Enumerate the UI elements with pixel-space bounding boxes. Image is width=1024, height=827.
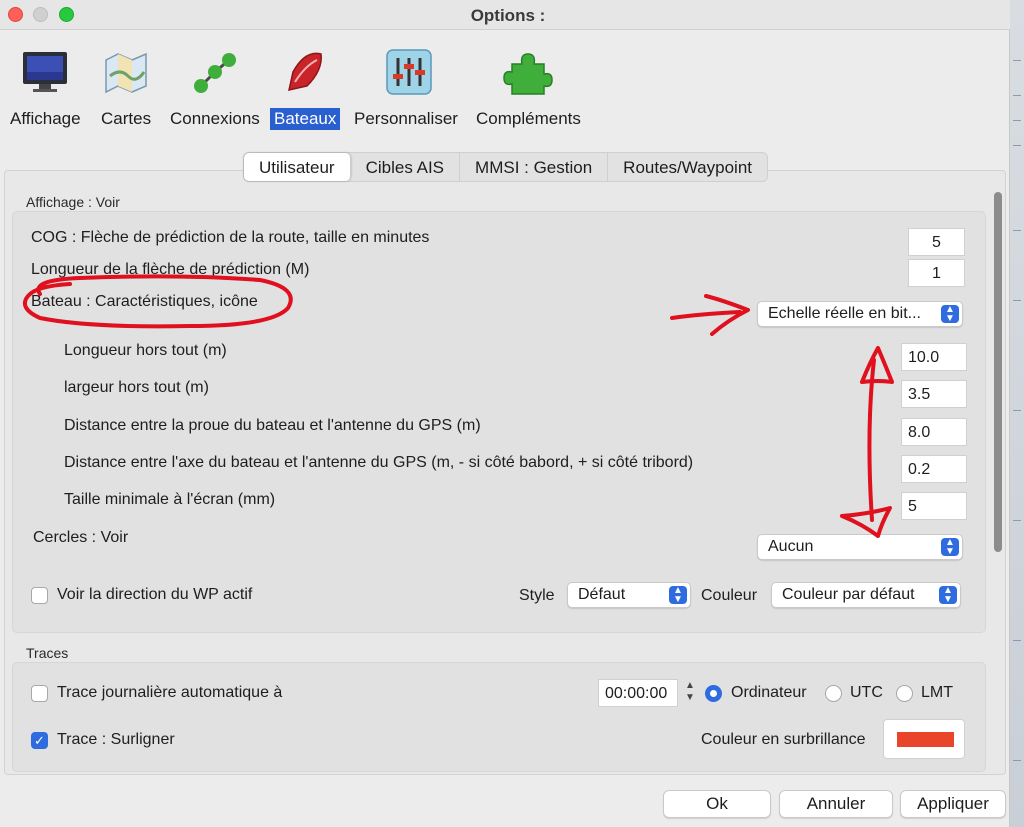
daily-trace-label: Trace journalière automatique à [57,684,283,701]
tab-bar: Utilisateur Cibles AIS MMSI : Gestion Ro… [243,152,768,182]
style-select[interactable]: Défaut ▲ ▼ [567,582,691,608]
chevron-updown-icon: ▲ ▼ [669,586,687,605]
circles-select[interactable]: Aucun ▲ ▼ [757,534,963,560]
cog-input[interactable]: 5 [908,228,965,256]
color-label: Couleur [701,587,758,604]
toolbar-item-cartes[interactable]: Cartes [97,46,155,130]
gps-axis-label: Distance entre l'axe du bateau et l'ante… [64,454,694,471]
daily-trace-checkbox[interactable] [31,685,48,702]
cog-label: COG : Flèche de prédiction de la route, … [31,229,430,246]
daily-time-input[interactable]: 00:00:00 [598,679,678,707]
wp-direction-checkbox[interactable] [31,587,48,604]
circles-label: Cercles : Voir [33,529,129,546]
tab-routes-waypoint[interactable]: Routes/Waypoint [608,153,767,181]
toolbar-label-personnaliser: Personnaliser [354,109,458,128]
toolbar-label-cartes: Cartes [101,109,152,128]
desktop-edge [1010,0,1024,827]
min-size-input[interactable]: 5 [901,492,967,520]
cancel-button[interactable]: Annuler [779,790,893,818]
highlight-trace-label: Trace : Surligner [57,731,175,748]
gps-bow-label: Distance entre la proue du bateau et l'a… [64,417,481,434]
tab-cibles-ais[interactable]: Cibles AIS [351,153,461,181]
tab-utilisateur[interactable]: Utilisateur [244,153,351,181]
highlight-color-picker[interactable] [883,719,965,759]
radio-lmt-label: LMT [921,684,953,701]
radio-utc[interactable] [825,685,842,702]
style-label: Style [519,587,555,604]
traces-group [12,662,986,772]
puzzle-icon [503,53,554,95]
color-select-value: Couleur par défaut [782,586,915,603]
toolbar-label-affichage: Affichage [10,109,81,128]
toolbar-item-bateaux[interactable]: Bateaux [270,46,341,130]
min-size-label: Taille minimale à l'écran (mm) [64,491,276,508]
highlight-color-label: Couleur en surbrillance [701,731,866,748]
gps-axis-input[interactable]: 0.2 [901,455,967,483]
ship-label: Bateau : Caractéristiques, icône [31,293,258,310]
charts-icon [105,52,147,94]
window-title: Options : [470,6,546,25]
toolbar-label-connexions: Connexions [170,109,260,128]
loa-label: Longueur hors tout (m) [64,342,227,359]
scrollbar-thumb[interactable] [994,192,1002,552]
ok-button[interactable]: Ok [663,790,771,818]
connections-icon [193,53,236,93]
radio-utc-label: UTC [850,684,883,701]
loa-input[interactable]: 10.0 [901,343,967,371]
toolbar-item-affichage[interactable]: Affichage [6,46,85,130]
time-stepper[interactable]: ▲ ▼ [681,680,699,706]
ship-icon-select[interactable]: Echelle réelle en bit... ▲ ▼ [757,301,963,327]
toolbar-item-connexions[interactable]: Connexions [166,46,264,130]
toolbar-label-complements: Compléments [476,109,581,128]
toolbar-label-bateaux: Bateaux [270,108,341,130]
beam-label: largeur hors tout (m) [64,379,209,396]
apply-button[interactable]: Appliquer [900,790,1006,818]
style-select-value: Défaut [578,586,626,603]
circles-select-value: Aucun [768,538,814,555]
beam-input[interactable]: 3.5 [901,380,967,408]
traces-group-title: Traces [26,645,69,661]
toolbar-item-personnaliser[interactable]: Personnaliser [350,46,462,130]
display-group-title: Affichage : Voir [26,194,120,210]
gps-bow-input[interactable]: 8.0 [901,418,967,446]
pred-length-input[interactable]: 1 [908,259,965,287]
ship-icon-select-value: Echelle réelle en bit... [768,305,921,322]
title-bar: Options : [0,0,1010,30]
monitor-icon [23,52,68,92]
highlight-color-swatch [897,732,954,747]
toolbar-item-complements[interactable]: Compléments [472,46,585,130]
sliders-icon [386,49,432,95]
chevron-updown-icon: ▲ ▼ [941,538,959,557]
wp-direction-label: Voir la direction du WP actif [57,586,253,603]
boat-icon [288,52,323,91]
radio-ordinateur[interactable] [705,685,722,702]
radio-lmt[interactable] [896,685,913,702]
radio-ordinateur-label: Ordinateur [731,684,807,701]
highlight-trace-checkbox[interactable]: ✓ [31,732,48,749]
pred-length-label: Longueur de la flèche de prédiction (M) [31,261,310,278]
chevron-updown-icon: ▲ ▼ [939,586,957,605]
chevron-updown-icon: ▲ ▼ [941,305,959,324]
options-window: Options : Affichage Cartes Connexions Ba… [0,0,1010,827]
color-select[interactable]: Couleur par défaut ▲ ▼ [771,582,961,608]
tab-mmsi-gestion[interactable]: MMSI : Gestion [460,153,609,181]
